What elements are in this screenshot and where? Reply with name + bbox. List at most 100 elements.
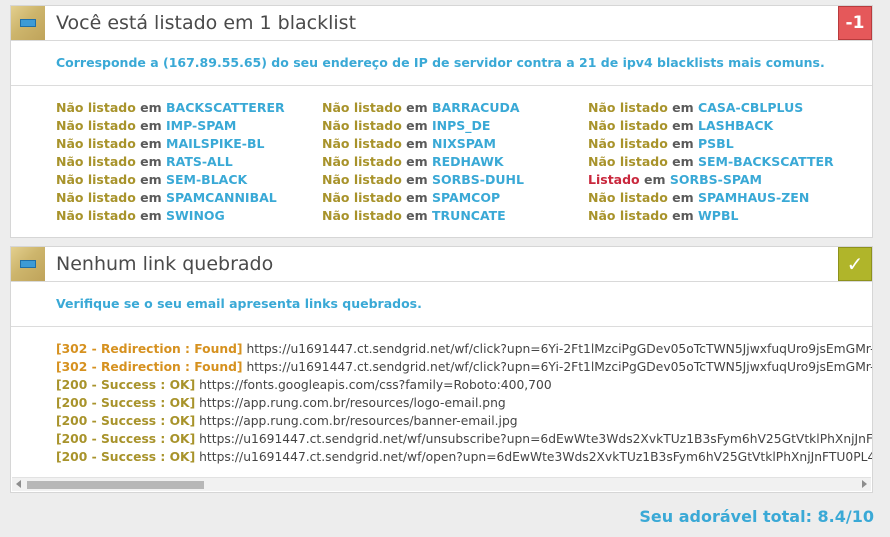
blacklist-status: Não listado — [56, 172, 136, 187]
horizontal-scrollbar[interactable] — [12, 477, 871, 491]
blacklist-status: Não listado — [588, 100, 668, 115]
scroll-right-icon[interactable] — [862, 480, 867, 488]
blacklist-entry: Não listado em MAILSPIKE-BL — [56, 136, 264, 151]
blacklist-name: MAILSPIKE-BL — [166, 136, 265, 151]
blacklist-connector: em — [667, 154, 699, 169]
blacklist-name: SEM-BACKSCATTER — [698, 154, 834, 169]
link-status: [302 - Redirection : Found] — [56, 342, 243, 356]
link-row: [200 - Success : OK] https://app.rung.co… — [56, 396, 872, 414]
blacklist-panel-title: Você está listado em 1 blacklist — [56, 12, 357, 34]
blacklist-connector: em — [667, 118, 699, 133]
blacklist-connector: em — [135, 172, 167, 187]
blacklist-name: SORBS-SPAM — [669, 172, 762, 187]
blacklist-entry: Não listado em TRUNCATE — [322, 208, 506, 223]
blacklist-connector: em — [401, 118, 433, 133]
links-panel-header[interactable]: Nenhum link quebrado ✓ — [11, 247, 872, 282]
link-url[interactable]: https://app.rung.com.br/resources/logo-e… — [195, 396, 506, 410]
blacklist-connector: em — [667, 100, 699, 115]
blacklist-status: Não listado — [56, 118, 136, 133]
blacklist-status: Não listado — [588, 154, 668, 169]
blacklist-connector: em — [639, 172, 670, 187]
blacklist-entry: Não listado em SWINOG — [56, 208, 225, 223]
blacklist-entry: Não listado em RATS-ALL — [56, 154, 233, 169]
blacklist-entry: Não listado em INPS_DE — [322, 118, 490, 133]
blacklist-name: SPAMCOP — [432, 190, 501, 205]
blacklist-description: Corresponde a (167.89.55.65) do seu ende… — [56, 55, 825, 70]
link-url[interactable]: https://u1691447.ct.sendgrid.net/wf/clic… — [243, 342, 872, 356]
blacklist-connector: em — [667, 190, 699, 205]
blacklist-entry: Não listado em CASA-CBLPLUS — [588, 100, 803, 115]
blacklist-status: Não listado — [56, 190, 136, 205]
checkmark-icon: ✓ — [838, 247, 872, 281]
blacklist-status: Não listado — [56, 208, 136, 223]
blacklist-status: Não listado — [322, 208, 402, 223]
blacklist-entry: Não listado em BACKSCATTERER — [56, 100, 285, 115]
blacklist-status: Não listado — [322, 118, 402, 133]
blacklist-status: Não listado — [322, 100, 402, 115]
link-row: [200 - Success : OK] https://u1691447.ct… — [56, 450, 872, 467]
blacklist-name: SWINOG — [166, 208, 225, 223]
blacklist-entry: Não listado em BARRACUDA — [322, 100, 520, 115]
blacklist-connector: em — [135, 118, 167, 133]
blacklist-name: SEM-BLACK — [166, 172, 248, 187]
link-url[interactable]: https://u1691447.ct.sendgrid.net/wf/open… — [195, 450, 872, 464]
blacklist-status: Não listado — [588, 208, 668, 223]
blacklist-name: BACKSCATTERER — [166, 100, 285, 115]
blacklist-entry: Não listado em PSBL — [588, 136, 734, 151]
blacklist-status: Não listado — [588, 118, 668, 133]
blacklist-name: SORBS-DUHL — [432, 172, 524, 187]
blacklist-entry: Não listado em SPAMCOP — [322, 190, 500, 205]
scroll-left-icon[interactable] — [16, 480, 21, 488]
blacklist-entry: Não listado em SPAMCANNIBAL — [56, 190, 277, 205]
blacklist-name: SPAMHAUS-ZEN — [698, 190, 810, 205]
blacklist-name: INPS_DE — [432, 118, 491, 133]
blacklist-panel-header[interactable]: Você está listado em 1 blacklist -1 — [11, 6, 872, 41]
blacklist-name: REDHAWK — [432, 154, 504, 169]
blacklist-entry: Não listado em LASHBACK — [588, 118, 773, 133]
blacklist-name: IMP-SPAM — [166, 118, 237, 133]
blacklist-connector: em — [401, 208, 433, 223]
blacklist-name: WPBL — [698, 208, 739, 223]
link-url[interactable]: https://u1691447.ct.sendgrid.net/wf/clic… — [243, 360, 872, 374]
blacklist-status: Não listado — [322, 172, 402, 187]
blacklist-name: LASHBACK — [698, 118, 774, 133]
link-row: [200 - Success : OK] https://u1691447.ct… — [56, 432, 872, 450]
blacklist-status: Não listado — [588, 190, 668, 205]
blacklist-status: Não listado — [322, 190, 402, 205]
blacklist-name: CASA-CBLPLUS — [698, 100, 804, 115]
blacklist-entry: Não listado em SPAMHAUS-ZEN — [588, 190, 809, 205]
links-description: Verifique se o seu email apresenta links… — [56, 296, 422, 311]
link-url[interactable]: https://app.rung.com.br/resources/banner… — [195, 414, 517, 428]
blacklist-entry: Não listado em SORBS-DUHL — [322, 172, 524, 187]
blacklist-connector: em — [135, 136, 167, 151]
divider — [11, 326, 872, 327]
link-status: [200 - Success : OK] — [56, 378, 196, 392]
blacklist-name: SPAMCANNIBAL — [166, 190, 277, 205]
blacklist-entry: Não listado em IMP-SPAM — [56, 118, 236, 133]
blacklist-status: Não listado — [322, 154, 402, 169]
blacklist-entry: Não listado em SEM-BACKSCATTER — [588, 154, 834, 169]
links-list: [302 - Redirection : Found] https://u169… — [56, 342, 872, 467]
links-panel-title: Nenhum link quebrado — [56, 253, 274, 275]
link-row: [200 - Success : OK] https://fonts.googl… — [56, 378, 872, 396]
blacklist-entry: Listado em SORBS-SPAM — [588, 172, 762, 187]
total-score: Seu adorável total: 8.4/10 — [639, 507, 874, 526]
blacklist-status: Não listado — [56, 136, 136, 151]
link-url[interactable]: https://u1691447.ct.sendgrid.net/wf/unsu… — [195, 432, 872, 446]
blacklist-name: BARRACUDA — [432, 100, 520, 115]
link-status: [200 - Success : OK] — [56, 414, 196, 428]
blacklist-status: Não listado — [588, 136, 668, 151]
blacklist-entry: Não listado em SEM-BLACK — [56, 172, 247, 187]
blacklist-entry: Não listado em REDHAWK — [322, 154, 504, 169]
score-penalty-badge: -1 — [838, 6, 872, 40]
blacklist-status: Listado — [588, 172, 640, 187]
blacklist-connector: em — [401, 136, 433, 151]
link-url[interactable]: https://fonts.googleapis.com/css?family=… — [195, 378, 552, 392]
scrollbar-thumb[interactable] — [27, 481, 204, 489]
link-status: [200 - Success : OK] — [56, 432, 196, 446]
blacklist-connector: em — [135, 100, 167, 115]
blacklist-name: RATS-ALL — [166, 154, 233, 169]
blacklist-name: TRUNCATE — [432, 208, 506, 223]
blacklist-connector: em — [135, 208, 167, 223]
link-status: [200 - Success : OK] — [56, 396, 196, 410]
